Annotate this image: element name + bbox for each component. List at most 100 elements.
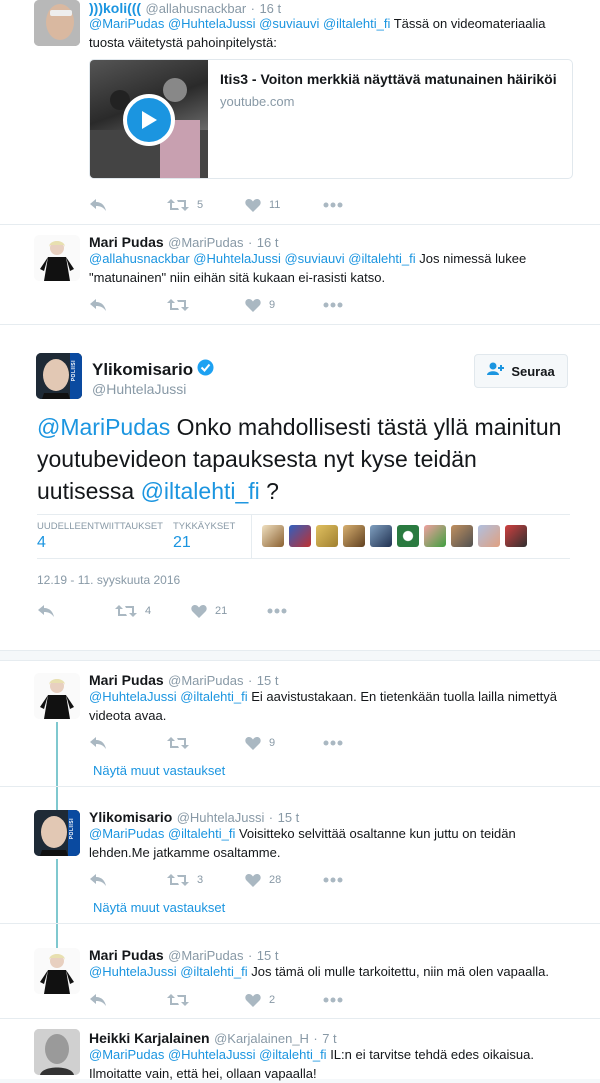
- tweet-text: @MariPudas @HuhtelaJussi @suviauvi @ilta…: [89, 16, 546, 50]
- retweet-count: 4: [145, 605, 152, 617]
- retweet-count: 5: [197, 199, 204, 211]
- author-name-row[interactable]: Ylikomisario: [92, 359, 214, 381]
- author-name[interactable]: Mari Pudas: [89, 234, 164, 250]
- more-icon[interactable]: [323, 997, 343, 1003]
- avatar[interactable]: [262, 525, 284, 547]
- link-card[interactable]: Itis3 - Voiton merkkiä näyttävä matunain…: [89, 59, 573, 179]
- avatar[interactable]: [316, 525, 338, 547]
- author-name[interactable]: Heikki Karjalainen: [89, 1030, 210, 1046]
- author-name[interactable]: Mari Pudas: [89, 672, 164, 688]
- retweet-icon[interactable]: [167, 736, 245, 750]
- like-count: 28: [269, 874, 282, 886]
- like-count: 9: [269, 737, 276, 749]
- avatar[interactable]: [424, 525, 446, 547]
- card-domain: youtube.com: [220, 94, 295, 109]
- retweet-count: 3: [197, 874, 204, 886]
- author-name[interactable]: Mari Pudas: [89, 947, 164, 963]
- mentions[interactable]: @MariPudas @HuhtelaJussi @iltalehti_fi: [89, 1047, 327, 1062]
- heart-icon[interactable]: [245, 736, 261, 750]
- mentions[interactable]: @MariPudas @HuhtelaJussi @suviauvi @ilta…: [89, 16, 390, 31]
- likes-stat[interactable]: TYKKÄYKSET 21: [173, 521, 235, 552]
- add-user-icon: [487, 362, 505, 381]
- mention-link[interactable]: @iltalehti_fi: [141, 478, 260, 504]
- show-more-replies-link[interactable]: Näytä muut vastaukset: [93, 900, 225, 915]
- author-handle[interactable]: @MariPudas: [168, 235, 243, 250]
- main-tweet: Ylikomisario @HuhtelaJussi Seuraa @MariP…: [0, 325, 600, 650]
- tweet-text: @HuhtelaJussi @iltalehti_fi Jos tämä oli…: [89, 964, 549, 979]
- author-handle[interactable]: @Karjalainen_H: [214, 1031, 309, 1046]
- reply-icon[interactable]: [89, 736, 167, 750]
- tweet-text: @HuhtelaJussi @iltalehti_fi Ei aavistust…: [89, 689, 557, 723]
- heart-icon[interactable]: [245, 873, 261, 887]
- reply-icon[interactable]: [37, 604, 115, 618]
- tweet-time[interactable]: 15 t: [257, 673, 279, 688]
- heart-icon[interactable]: [191, 604, 207, 618]
- reply-icon[interactable]: [89, 993, 167, 1007]
- more-icon[interactable]: [323, 740, 343, 746]
- video-thumbnail[interactable]: [90, 60, 208, 178]
- avatar[interactable]: [397, 525, 419, 547]
- avatar[interactable]: [34, 673, 80, 719]
- retweet-icon[interactable]: [167, 873, 189, 887]
- avatar[interactable]: [505, 525, 527, 547]
- author-name[interactable]: Ylikomisario: [92, 360, 193, 380]
- heart-icon[interactable]: [245, 198, 261, 212]
- avatar[interactable]: [343, 525, 365, 547]
- like-count: 2: [269, 994, 276, 1006]
- heart-icon[interactable]: [245, 993, 261, 1007]
- more-icon[interactable]: [323, 877, 343, 883]
- author-handle[interactable]: @HuhtelaJussi: [92, 381, 186, 397]
- liker-avatars[interactable]: [262, 525, 532, 547]
- author-handle[interactable]: @HuhtelaJussi: [177, 810, 265, 825]
- tweet-time[interactable]: 7 t: [322, 1031, 336, 1046]
- avatar[interactable]: [289, 525, 311, 547]
- tweet-text: @MariPudas @HuhtelaJussi @iltalehti_fi I…: [89, 1047, 534, 1081]
- avatar[interactable]: [478, 525, 500, 547]
- tweet-time[interactable]: 15 t: [257, 948, 279, 963]
- author-name[interactable]: Ylikomisario: [89, 809, 172, 825]
- reply-icon[interactable]: [89, 198, 167, 212]
- police-badge-text: POLIISI: [71, 360, 77, 382]
- retweet-icon[interactable]: [115, 604, 137, 618]
- retweet-icon[interactable]: [167, 993, 245, 1007]
- avatar[interactable]: [34, 0, 80, 46]
- mentions[interactable]: @MariPudas @iltalehti_fi: [89, 826, 235, 841]
- show-more-replies-link[interactable]: Näytä muut vastaukset: [93, 763, 225, 778]
- retweet-icon[interactable]: [167, 298, 245, 312]
- author-handle[interactable]: @MariPudas: [168, 948, 243, 963]
- card-title[interactable]: Itis3 - Voiton merkkiä näyttävä matunain…: [220, 71, 557, 87]
- mentions[interactable]: @HuhtelaJussi @iltalehti_fi: [89, 689, 248, 704]
- more-icon[interactable]: [323, 302, 343, 308]
- retweet-icon[interactable]: [167, 198, 189, 212]
- reply-icon[interactable]: [89, 298, 167, 312]
- mentions[interactable]: @allahusnackbar @HuhtelaJussi @suviauvi …: [89, 251, 416, 266]
- author-handle[interactable]: @MariPudas: [168, 673, 243, 688]
- avatar[interactable]: [370, 525, 392, 547]
- police-badge-text: POLIISI: [69, 818, 75, 840]
- reply-icon[interactable]: [89, 873, 167, 887]
- play-icon[interactable]: [123, 94, 175, 146]
- main-tweet-text: @MariPudas Onko mahdollisesti tästä yllä…: [37, 414, 562, 504]
- verified-icon: [197, 359, 214, 381]
- mention-link[interactable]: @MariPudas: [37, 414, 170, 440]
- avatar[interactable]: [34, 235, 80, 281]
- tweet-time[interactable]: 16 t: [257, 235, 279, 250]
- tweet-time[interactable]: 15 t: [278, 810, 300, 825]
- avatar[interactable]: [34, 1029, 80, 1075]
- tweet-koli[interactable]: )))koli((( @allahusnackbar · 16 t @MariP…: [0, 0, 600, 224]
- more-icon[interactable]: [323, 202, 343, 208]
- follow-button[interactable]: Seuraa: [474, 354, 568, 388]
- like-count: 21: [215, 605, 228, 617]
- like-count: 9: [269, 299, 276, 311]
- replies-section: Mari Pudas @MariPudas · 15 t @HuhtelaJus…: [0, 660, 600, 1081]
- more-icon[interactable]: [267, 608, 287, 614]
- mentions[interactable]: @HuhtelaJussi @iltalehti_fi: [89, 964, 248, 979]
- tweet-mari-pudas-1[interactable]: Mari Pudas @MariPudas · 16 t @allahusnac…: [0, 225, 600, 324]
- tweet-timestamp[interactable]: 12.19 - 11. syyskuuta 2016: [37, 573, 180, 587]
- retweets-stat[interactable]: UUDELLEENTWIITTAUKSET 4: [37, 521, 163, 552]
- avatar[interactable]: [451, 525, 473, 547]
- thread-line: [56, 722, 58, 811]
- heart-icon[interactable]: [245, 298, 261, 312]
- avatar[interactable]: [34, 948, 80, 994]
- tweet-text: @MariPudas @iltalehti_fi Voisitteko selv…: [89, 826, 516, 860]
